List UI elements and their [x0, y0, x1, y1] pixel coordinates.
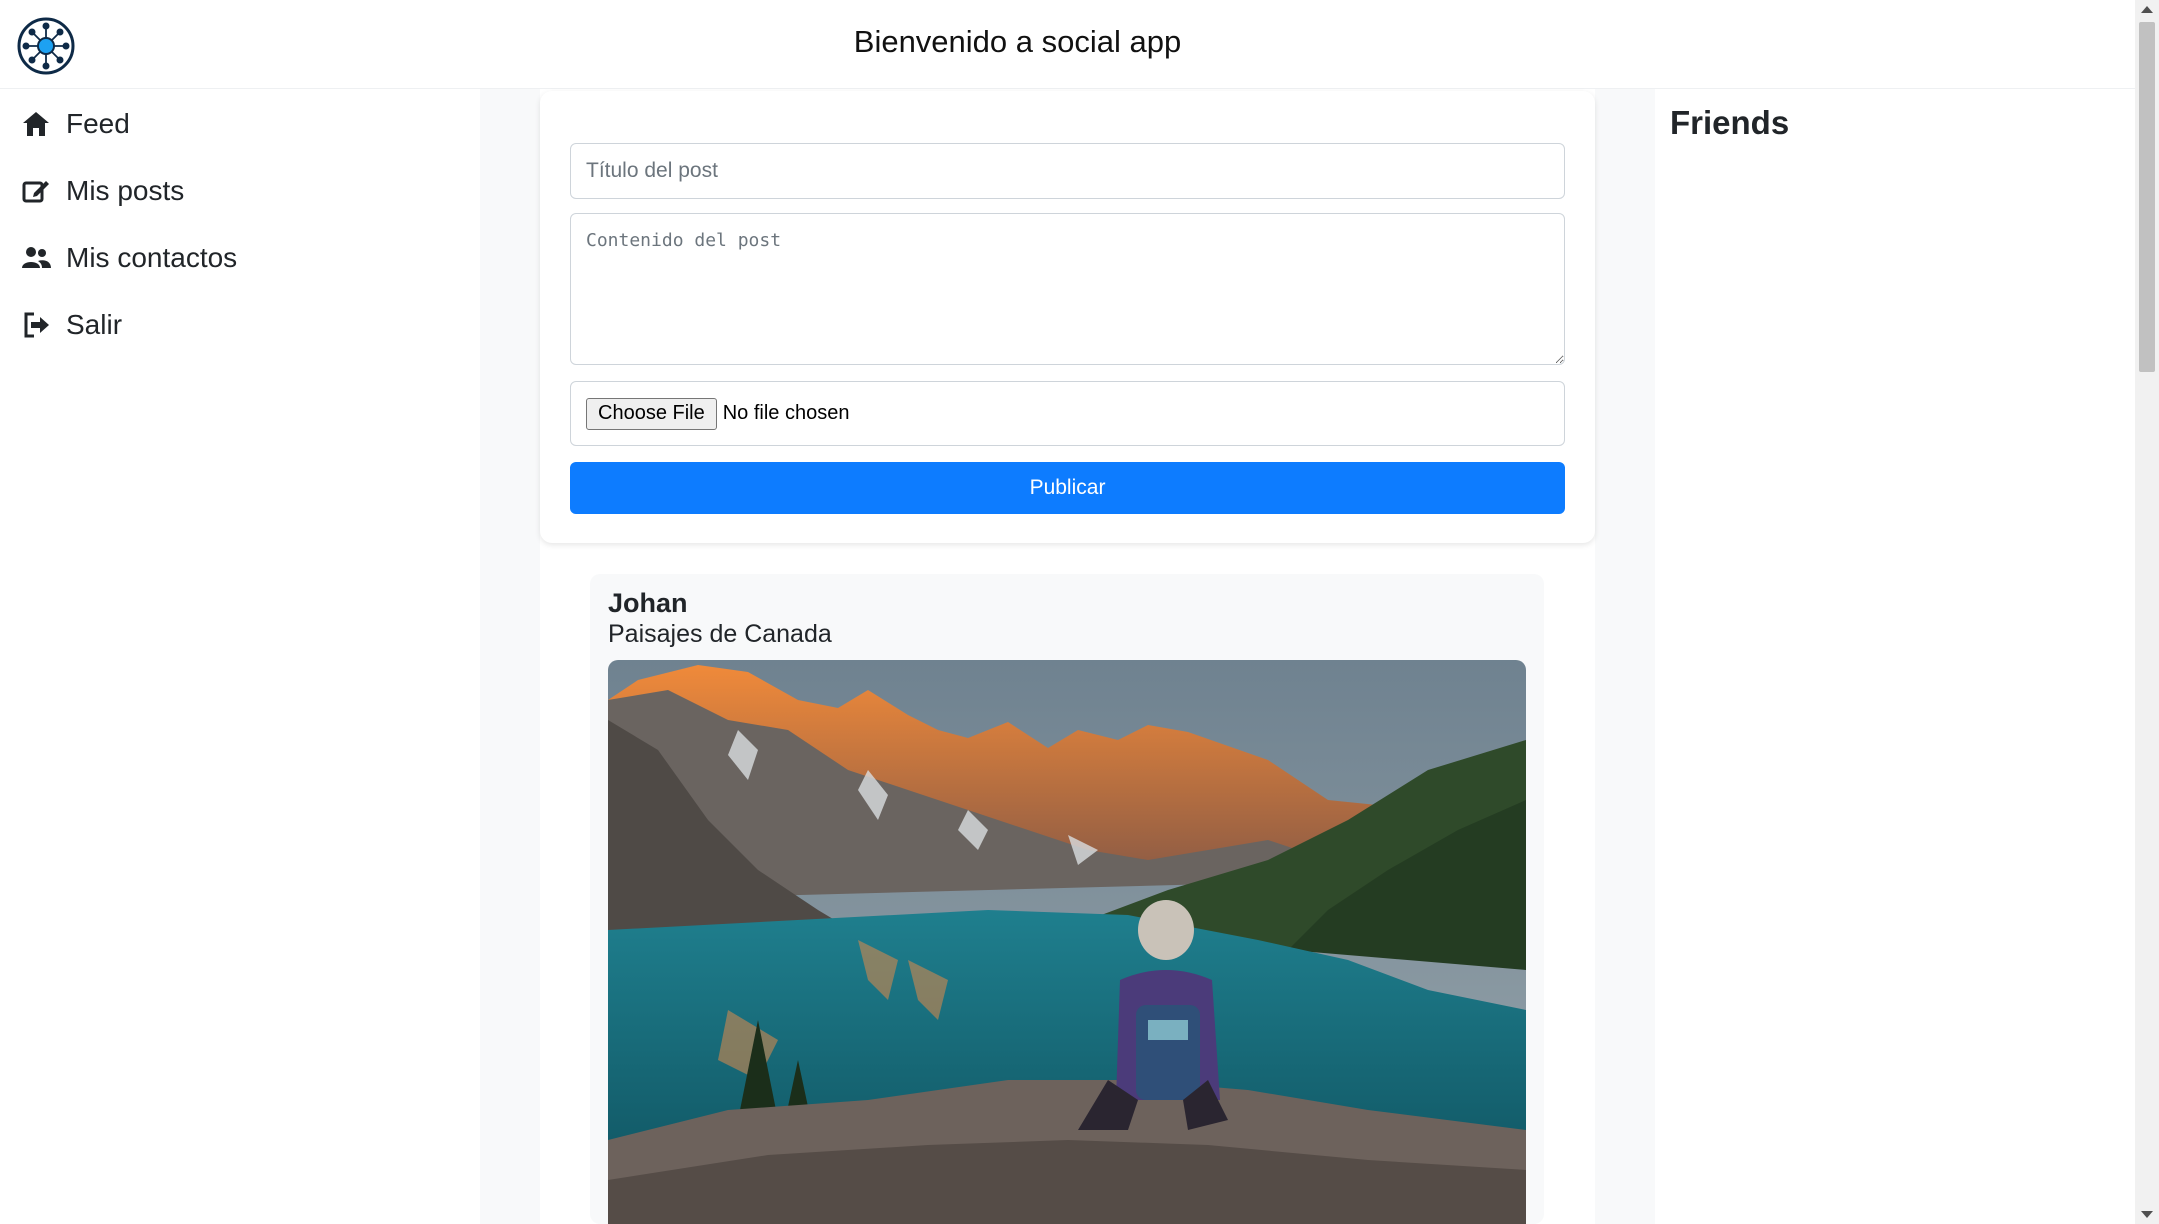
sidebar-item-label: Feed	[66, 108, 130, 139]
post-author: Johan	[608, 588, 688, 618]
sign-out-icon	[20, 309, 52, 341]
publish-button[interactable]: Publicar	[570, 462, 1565, 514]
page-title: Bienvenido a social app	[853, 24, 1182, 59]
post-card: Johan Paisajes de Canada	[590, 574, 1544, 1224]
post-image	[608, 660, 1526, 1224]
top-header: Bienvenido a social app	[0, 0, 2135, 89]
edit-icon	[20, 175, 52, 207]
friends-panel: Friends	[1655, 89, 2135, 1224]
sidebar-item-label: Mis posts	[66, 175, 185, 206]
file-input: Choose File No file chosen	[570, 381, 1565, 446]
sidebar-item-mis-contactos[interactable]: Mis contactos	[20, 236, 237, 280]
scroll-down-arrow-icon[interactable]	[2141, 1211, 2153, 1218]
page: Bienvenido a social app Feed Mis posts Mis…	[0, 0, 2159, 1224]
post-title-input[interactable]	[570, 143, 1565, 199]
users-icon	[20, 242, 52, 274]
scrollbar-thumb[interactable]	[2139, 22, 2155, 372]
sidebar-item-mis-posts[interactable]: Mis posts	[20, 169, 184, 213]
sidebar-item-label: Mis contactos	[66, 242, 238, 273]
new-post-form: Choose File No file chosen Publicar	[540, 91, 1595, 543]
file-status-text: No file chosen	[722, 402, 850, 424]
sidebar: Feed Mis posts Mis contactos Salir	[0, 89, 480, 1224]
scroll-up-arrow-icon[interactable]	[2141, 6, 2153, 13]
home-icon	[20, 108, 52, 140]
friends-title: Friends	[1670, 104, 1790, 141]
sidebar-item-label: Salir	[66, 309, 123, 340]
sidebar-item-salir[interactable]: Salir	[20, 303, 122, 347]
choose-file-button[interactable]: Choose File	[586, 397, 717, 430]
post-title: Paisajes de Canada	[608, 620, 832, 648]
page-scrollbar[interactable]	[2135, 0, 2159, 1224]
post-content-textarea[interactable]	[570, 213, 1565, 365]
sidebar-item-feed[interactable]: Feed	[20, 102, 130, 146]
